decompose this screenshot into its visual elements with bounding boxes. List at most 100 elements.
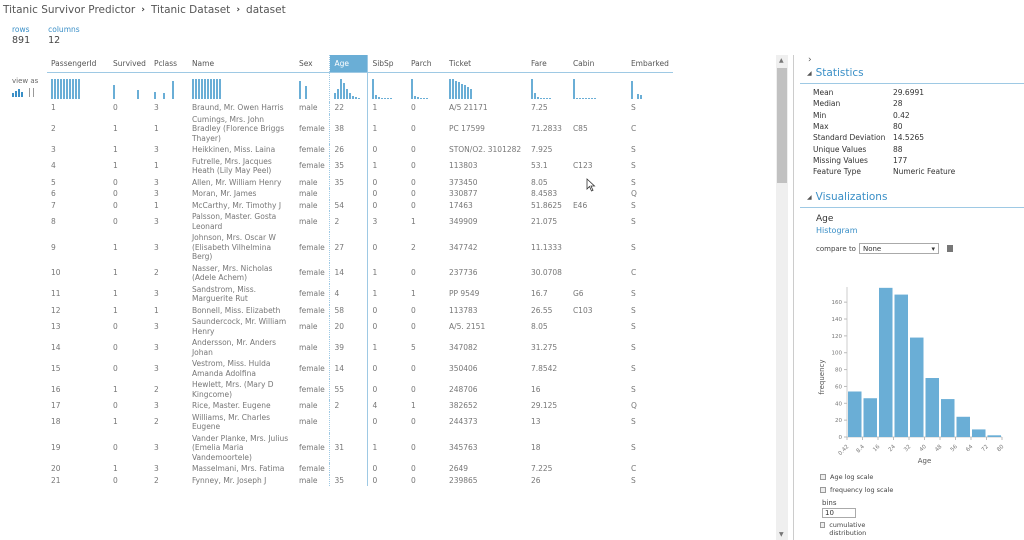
sparkline-survived[interactable] bbox=[109, 72, 150, 102]
histogram-bar[interactable] bbox=[879, 287, 893, 437]
scrollbar-thumb[interactable] bbox=[777, 68, 787, 183]
sparkline-embarked[interactable] bbox=[627, 72, 673, 102]
histogram-bar[interactable] bbox=[956, 416, 971, 437]
cell-survived: 0 bbox=[113, 103, 118, 112]
cell-fare: 51.8625 bbox=[530, 200, 562, 210]
sparkline-cabin[interactable] bbox=[569, 72, 627, 102]
column-header-name[interactable]: Name bbox=[187, 55, 295, 73]
compare-select[interactable]: None ▾ bbox=[858, 243, 939, 254]
sparkline-parch[interactable] bbox=[407, 72, 445, 102]
table-row[interactable]: 5 0 3 Allen, Mr. William Henry male 35 0 0 37345… bbox=[47, 176, 673, 188]
cell-survived: 0 bbox=[113, 216, 118, 226]
viz-type-link[interactable]: Histogram bbox=[816, 226, 858, 235]
column-header-passengerid[interactable]: PassengerId bbox=[47, 55, 109, 73]
x-log-checkbox[interactable] bbox=[820, 474, 826, 480]
cell-embarked: S bbox=[630, 443, 636, 452]
table-row[interactable]: 17 0 3 Rice, Master. Eugene male 2 4 1 382652 29.… bbox=[47, 400, 673, 412]
histogram-bar[interactable] bbox=[910, 337, 924, 437]
cell-embarked: S bbox=[630, 305, 636, 315]
column-header-cabin[interactable]: Cabin bbox=[568, 55, 627, 73]
table-row[interactable]: 10 1 2 Nasser, Mrs. Nicholas (Adele Achem) f… bbox=[47, 262, 673, 284]
table-row[interactable]: 11 1 3 Sandstrom, Miss. Marguerite Rut femal… bbox=[47, 283, 673, 305]
sparkline-sibsp[interactable] bbox=[368, 72, 407, 102]
histogram-bar[interactable] bbox=[972, 429, 986, 437]
histogram-bar[interactable] bbox=[987, 435, 1002, 437]
cell-embarked: S bbox=[630, 103, 636, 112]
sparkline-pclass[interactable] bbox=[150, 72, 188, 102]
column-header-ticket[interactable]: Ticket bbox=[444, 55, 527, 73]
vertical-scrollbar[interactable]: ▲ ▼ bbox=[776, 55, 788, 540]
histogram-bar[interactable] bbox=[925, 378, 940, 437]
table-row[interactable]: 1 0 3 Braund, Mr. Owen Harris male 22 1 0 A/5 21… bbox=[47, 102, 673, 114]
table-row[interactable]: 4 1 1 Futrelle, Mrs. Jacques Heath (Lily Ma… bbox=[47, 155, 673, 177]
cumulative-option[interactable]: cumulative distribution bbox=[820, 521, 890, 537]
column-header-parch[interactable]: Parch bbox=[406, 55, 445, 73]
table-row[interactable]: 16 1 2 Hewlett, Mrs. (Mary D Kingcome) femal… bbox=[47, 379, 673, 400]
cell-ticket: 350406 bbox=[448, 363, 478, 373]
column-header-sibsp[interactable]: SibSp bbox=[367, 55, 407, 73]
sparkline-name[interactable] bbox=[188, 72, 295, 102]
table-row[interactable]: 18 1 2 Williams, Mr. Charles Eugene male 0 0 24… bbox=[47, 411, 673, 433]
table-row[interactable]: 9 1 3 Johnson, Mrs. Oscar W (Elisabeth Vilh… bbox=[47, 232, 673, 263]
viz-feature-name: Age bbox=[816, 214, 834, 224]
scroll-down-icon[interactable]: ▼ bbox=[779, 531, 784, 538]
column-header-sex[interactable]: Sex bbox=[294, 55, 330, 73]
breadcrumb-item-dataset[interactable]: Titanic Dataset bbox=[151, 4, 230, 16]
dropdown-arrow-icon: ▾ bbox=[931, 244, 935, 253]
histogram-bar[interactable] bbox=[894, 294, 909, 437]
table-row[interactable]: 8 0 3 Palsson, Master. Gosta Leonard male 2 3 1… bbox=[47, 211, 673, 232]
table-row[interactable]: 6 0 3 Moran, Mr. James male 0 0 330877 8.4583 Q bbox=[47, 188, 673, 200]
statistics-title: Statistics bbox=[815, 67, 864, 79]
y-tick-label: 20 bbox=[835, 418, 842, 424]
table-row[interactable]: 19 0 3 Vander Planke, Mrs. Julius (Emelia M… bbox=[47, 432, 673, 463]
cell-passengerid: 17 bbox=[51, 401, 61, 410]
expand-panel-icon[interactable]: › bbox=[808, 55, 812, 65]
boxplot-view-icon[interactable] bbox=[29, 88, 34, 97]
column-header-survived[interactable]: Survived bbox=[109, 55, 150, 73]
visualizations-header[interactable]: ◢ Visualizations bbox=[807, 191, 887, 203]
column-header-fare[interactable]: Fare bbox=[526, 55, 569, 73]
sparkline-fare[interactable] bbox=[527, 72, 569, 102]
table-row[interactable]: 7 0 1 McCarthy, Mr. Timothy Jmale 54 0 0 17463 5… bbox=[47, 199, 673, 211]
histogram-bar[interactable] bbox=[941, 399, 955, 437]
cell-age: 27 bbox=[329, 232, 369, 263]
copy-icon[interactable] bbox=[946, 245, 953, 252]
sparkline-passengerid[interactable] bbox=[47, 72, 109, 102]
table-row[interactable]: 20 1 3 Masselmani, Mrs. Fatima female 0 0 2649 7… bbox=[47, 463, 673, 475]
cell-ticket: STON/O2. 3101282 bbox=[448, 145, 522, 154]
table-row[interactable]: 12 1 1 Bonnell, Miss. Elizabeth female 58 0 0 11… bbox=[47, 304, 673, 316]
cumulative-checkbox[interactable] bbox=[820, 522, 826, 528]
table-row[interactable]: 15 0 3 Vestrom, Miss. Hulda Amanda Adolfina… bbox=[47, 358, 673, 379]
cell-pclass: 3 bbox=[153, 145, 159, 154]
sparkline-age[interactable] bbox=[329, 72, 369, 102]
stat-label: Min bbox=[813, 110, 827, 120]
table-row[interactable]: 21 0 2 Fynney, Mr. Joseph Jmale 35 0 0 239865 26… bbox=[47, 474, 673, 486]
cell-parch: 0 bbox=[410, 189, 416, 198]
cell-sibsp: 0 bbox=[372, 475, 378, 485]
sparkline-sex[interactable] bbox=[295, 72, 330, 102]
breadcrumb-item-project[interactable]: Titanic Survivor Predictor bbox=[3, 4, 135, 16]
histogram-bar[interactable] bbox=[863, 398, 878, 437]
table-row[interactable]: 14 0 3 Andersson, Mr. Anders Johan male 39 1 5 3… bbox=[47, 337, 673, 358]
table-row[interactable]: 2 1 1 Cumings, Mrs. John Bradley (Florence … bbox=[47, 113, 673, 144]
histogram-view-icon[interactable] bbox=[12, 89, 23, 97]
column-header-pclass[interactable]: Pclass bbox=[149, 55, 188, 73]
sparkline-ticket[interactable] bbox=[445, 72, 527, 102]
cell-sex: female bbox=[298, 161, 325, 171]
y-log-checkbox[interactable] bbox=[820, 487, 826, 493]
cell-name: Heikkinen, Miss. Laina bbox=[191, 145, 276, 154]
bins-input[interactable]: 10 bbox=[822, 508, 856, 518]
column-header-embarked[interactable]: Embarked bbox=[626, 55, 673, 73]
column-header-age[interactable]: Age bbox=[329, 55, 369, 73]
statistics-header[interactable]: ◢ Statistics bbox=[807, 67, 864, 79]
y-log-option[interactable]: frequency log scale bbox=[820, 486, 893, 494]
cell-fare: 13 bbox=[530, 417, 541, 427]
x-log-option[interactable]: Age log scale bbox=[820, 473, 873, 481]
scroll-up-icon[interactable]: ▲ bbox=[779, 57, 784, 64]
stat-label: Unique Values bbox=[813, 144, 867, 154]
histogram-bar[interactable] bbox=[848, 391, 862, 437]
table-row[interactable]: 3 1 3 Heikkinen, Miss. Laina female 26 0 0 STON/… bbox=[47, 144, 673, 156]
cell-fare: 16 bbox=[530, 384, 541, 394]
table-row[interactable]: 13 0 3 Saundercock, Mr. William Henry male 20… bbox=[47, 316, 673, 337]
x-tick-label: 24 bbox=[888, 444, 898, 454]
